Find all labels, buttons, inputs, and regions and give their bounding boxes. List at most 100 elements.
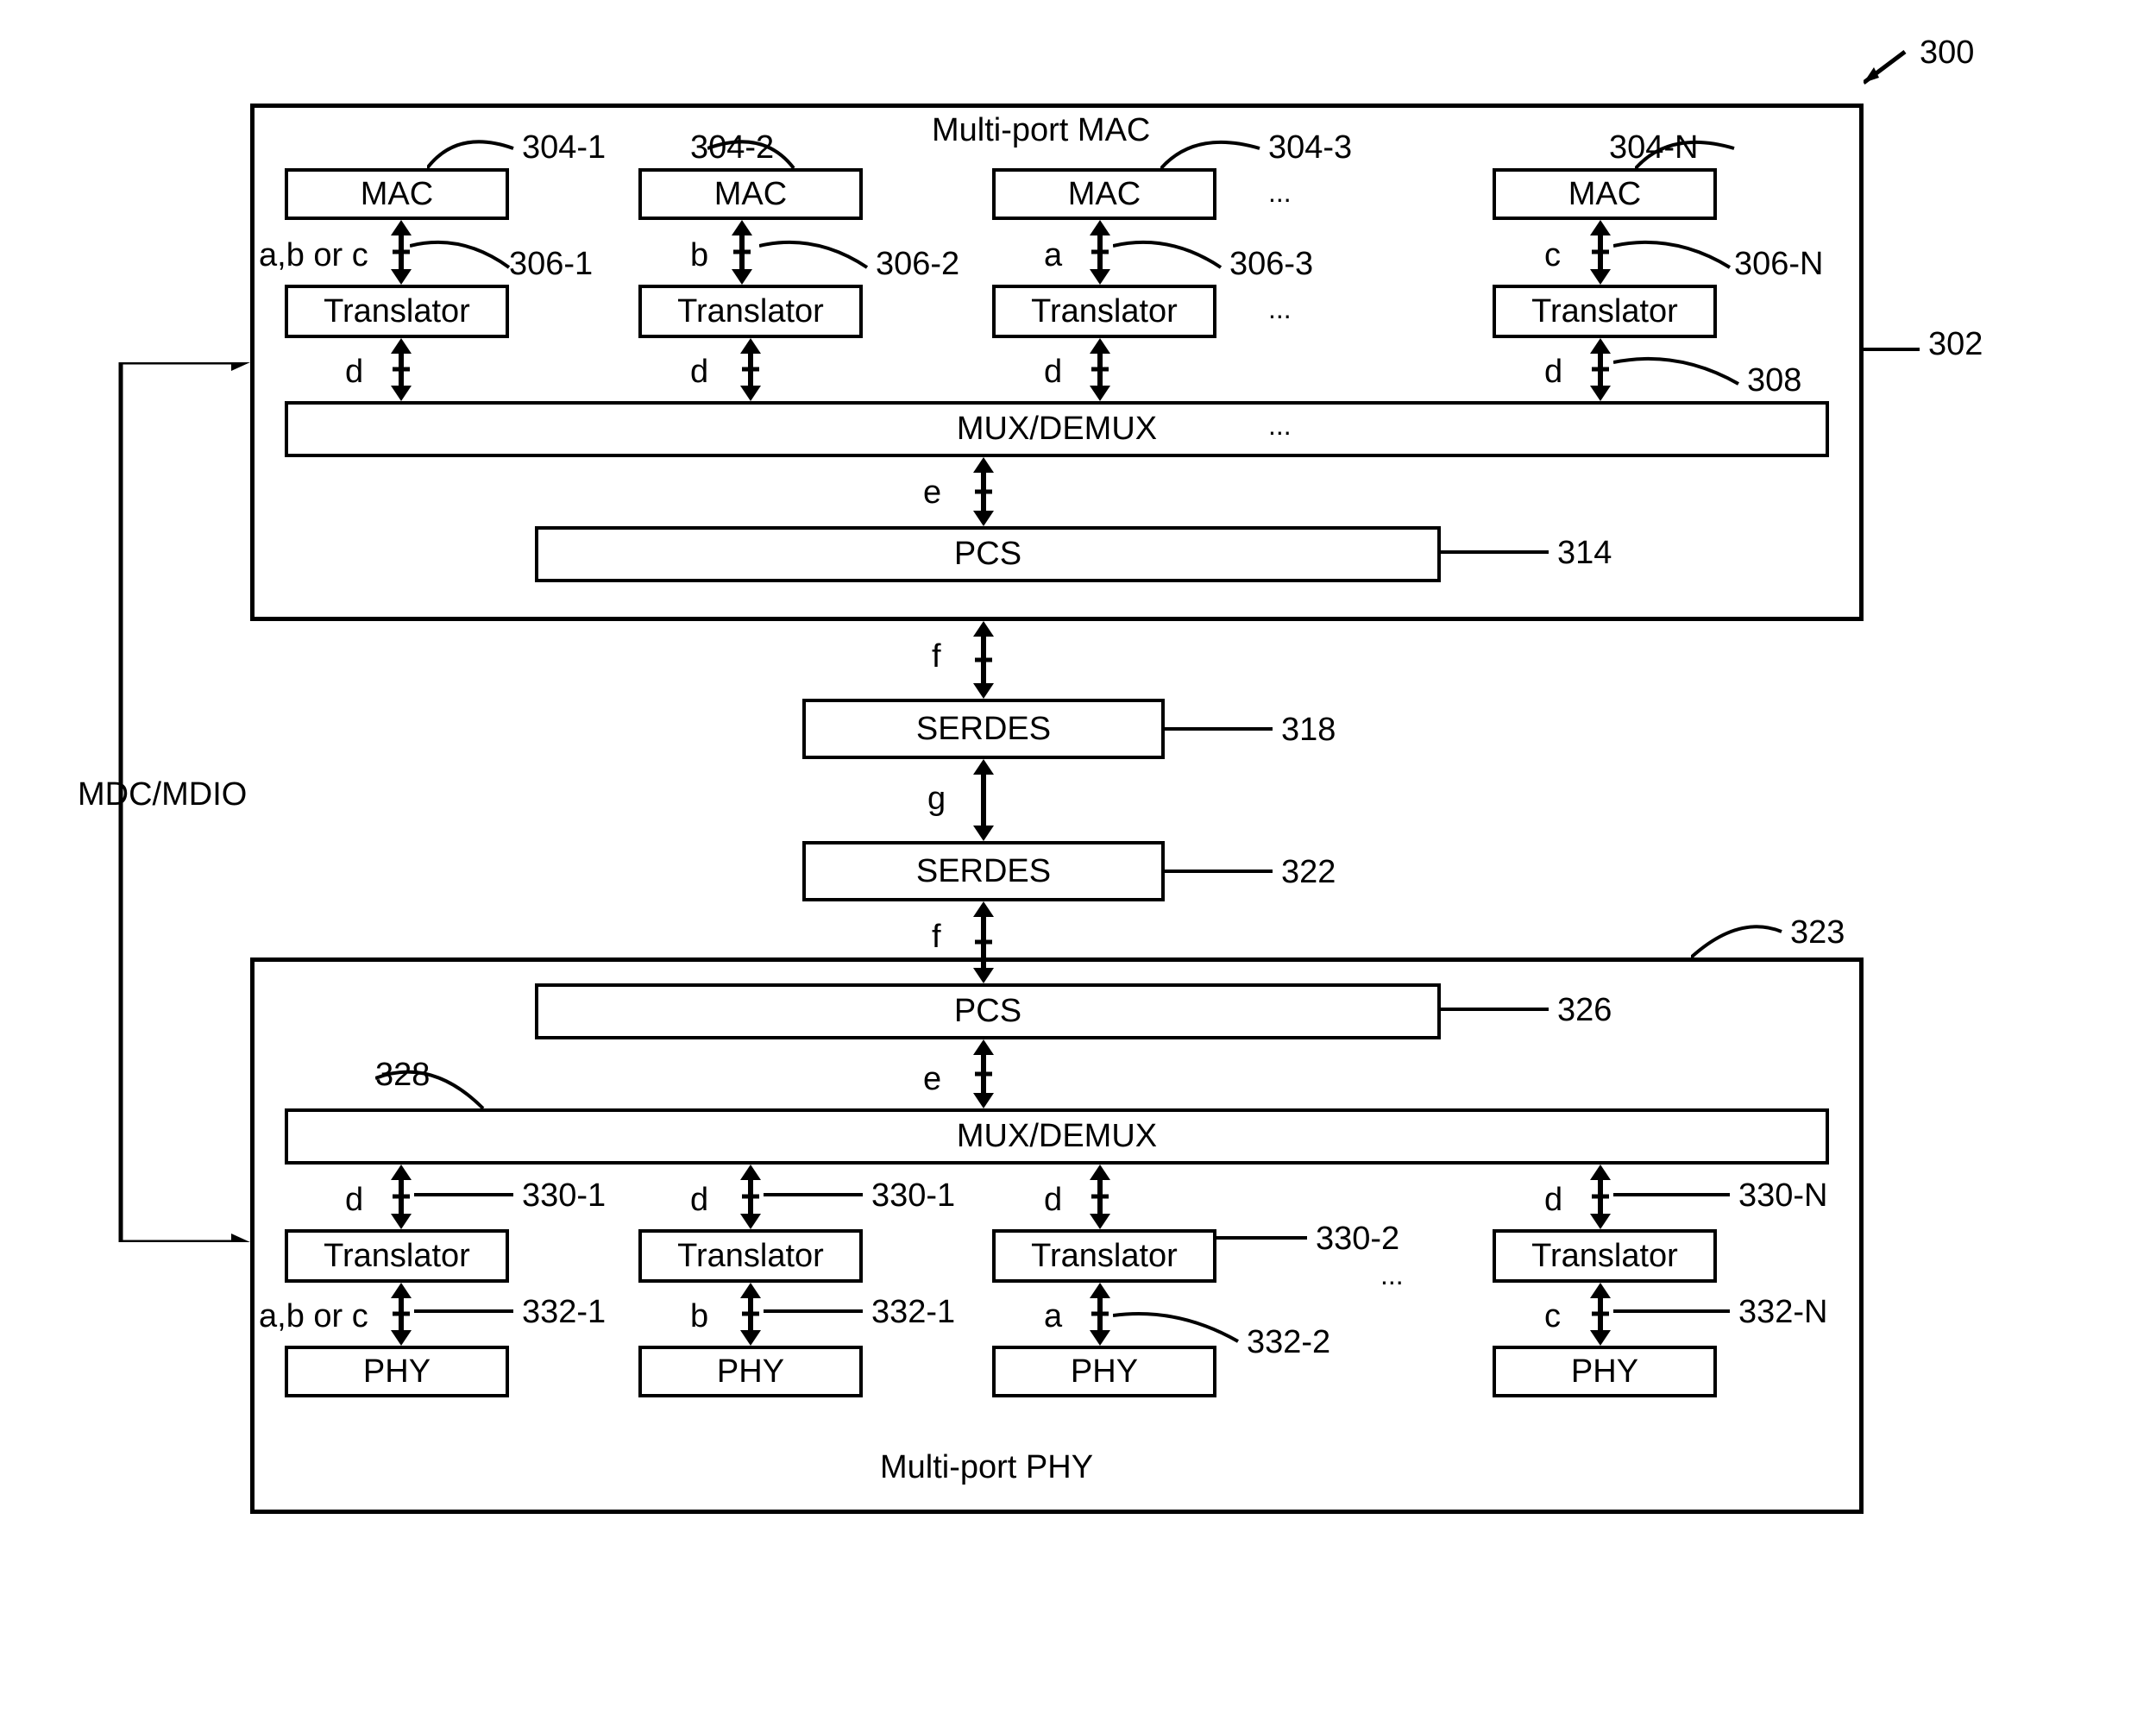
- sig-c-n: c: [1544, 237, 1561, 274]
- translator-box-2-upper: Translator: [638, 285, 863, 338]
- leader-306-2: [759, 237, 871, 285]
- leader-306-1: [410, 237, 513, 285]
- leader-326: [1441, 996, 1553, 1022]
- ref-306-2: 306-2: [876, 246, 959, 283]
- ref-330-n: 330-N: [1738, 1177, 1828, 1215]
- leader-330-n: [1613, 1177, 1734, 1212]
- multiport-phy-title: Multi-port PHY: [880, 1449, 1093, 1486]
- sig-e-lower: e: [923, 1061, 941, 1098]
- mac-box-2: MAC: [638, 168, 863, 220]
- ref-332-2: 332-2: [1247, 1324, 1330, 1361]
- leader-332-2: [1113, 1311, 1242, 1354]
- translator-box-1-upper: Translator: [285, 285, 509, 338]
- sig-abc-l1: a,b or c: [259, 1298, 368, 1335]
- ref-328: 328: [375, 1057, 430, 1094]
- leader-322: [1165, 858, 1277, 884]
- sig-c-ln: c: [1544, 1298, 1561, 1335]
- arrow-trans-mux-3: [1083, 338, 1117, 401]
- arrow-trans-mux-n: [1583, 338, 1618, 401]
- leader-332-n: [1613, 1294, 1734, 1328]
- sig-b-2: b: [690, 237, 708, 274]
- leader-332-1b: [764, 1294, 867, 1328]
- sig-d-l3: d: [1044, 1182, 1062, 1219]
- sig-d-1: d: [345, 354, 363, 391]
- translator-box-2-lower: Translator: [638, 1229, 863, 1283]
- arrow-mac-trans-3: [1083, 220, 1117, 285]
- sig-b-l2: b: [690, 1298, 708, 1335]
- sig-f-lower: f: [932, 919, 941, 956]
- ref-330-1a: 330-1: [522, 1177, 606, 1215]
- pcs-upper: PCS: [535, 526, 1441, 582]
- leader-306-3: [1113, 237, 1225, 285]
- arrow-serdes1-serdes2: [966, 759, 1001, 841]
- ref-332-n: 332-N: [1738, 1294, 1828, 1331]
- leader-304-1: [427, 124, 522, 172]
- mdcmdio-line: [86, 362, 259, 1242]
- arrow-mux-trans-l1: [384, 1165, 418, 1229]
- ref-330-1b: 330-1: [871, 1177, 955, 1215]
- translator-dots-upper: ...: [1268, 293, 1292, 325]
- ref-318: 318: [1281, 712, 1336, 749]
- leader-323: [1691, 910, 1786, 962]
- leader-332-1a: [414, 1294, 518, 1328]
- ref-306-3: 306-3: [1229, 246, 1313, 283]
- ref-306-n: 306-N: [1734, 246, 1824, 283]
- ref-322: 322: [1281, 854, 1336, 891]
- diagram-canvas: 300 Multi-port MAC MAC MAC MAC ... MAC T…: [0, 0, 2156, 1714]
- arrow-trans-phy-l1: [384, 1283, 418, 1346]
- arrow-trans-mux-1: [384, 338, 418, 401]
- mac-dots: ...: [1268, 177, 1292, 209]
- phy-box-2: PHY: [638, 1346, 863, 1397]
- serdes-1: SERDES: [802, 699, 1165, 759]
- sig-d-ln: d: [1544, 1182, 1562, 1219]
- sig-d-2: d: [690, 354, 708, 391]
- ref-304-2: 304-2: [690, 129, 774, 166]
- ref-314: 314: [1557, 535, 1612, 572]
- translator-box-3-upper: Translator: [992, 285, 1216, 338]
- arrow-mac-trans-2: [725, 220, 759, 285]
- ref-304-n: 304-N: [1609, 129, 1699, 166]
- sig-d-n: d: [1544, 354, 1562, 391]
- leader-330-1b: [764, 1177, 867, 1212]
- translator-box-3-lower: Translator: [992, 1229, 1216, 1283]
- ref-330-2: 330-2: [1316, 1221, 1399, 1258]
- serdes-2: SERDES: [802, 841, 1165, 901]
- sig-d-l1: d: [345, 1182, 363, 1219]
- arrow-mux-pcs-upper: [966, 457, 1001, 526]
- sig-d-l2: d: [690, 1182, 708, 1219]
- sig-a-3: a: [1044, 237, 1062, 274]
- ref-332-1a: 332-1: [522, 1294, 606, 1331]
- arrow-trans-mux-2: [733, 338, 768, 401]
- sig-e-upper: e: [923, 474, 941, 512]
- translator-box-n-upper: Translator: [1493, 285, 1717, 338]
- multiport-mac-title: Multi-port MAC: [932, 112, 1150, 149]
- sig-f-upper: f: [932, 638, 941, 675]
- phy-box-n: PHY: [1493, 1346, 1717, 1397]
- translator-box-1-lower: Translator: [285, 1229, 509, 1283]
- mux-dots-upper: ...: [1268, 410, 1292, 442]
- leader-306-n: [1613, 237, 1734, 285]
- leader-302: [1864, 336, 1924, 362]
- ref-306-1: 306-1: [509, 246, 593, 283]
- sig-g: g: [927, 781, 946, 818]
- leader-304-3: [1160, 129, 1264, 173]
- leader-308: [1613, 354, 1743, 401]
- translator-dots-lower: ...: [1380, 1259, 1404, 1291]
- ref-304-3: 304-3: [1268, 129, 1352, 166]
- arrow-mac-trans-n: [1583, 220, 1618, 285]
- arrow-pcs-mux-lower: [966, 1039, 1001, 1108]
- mux-demux-lower: MUX/DEMUX: [285, 1108, 1829, 1165]
- arrow-mux-trans-ln: [1583, 1165, 1618, 1229]
- mac-box-1: MAC: [285, 168, 509, 220]
- ref-323: 323: [1790, 914, 1845, 951]
- ref-326: 326: [1557, 992, 1612, 1029]
- arrow-mux-trans-l2: [733, 1165, 768, 1229]
- arrow-pcs-serdes1: [966, 621, 1001, 699]
- mac-box-3: MAC: [992, 168, 1216, 220]
- arrow-trans-phy-l2: [733, 1283, 768, 1346]
- arrow-mux-trans-l3: [1083, 1165, 1117, 1229]
- translator-box-n-lower: Translator: [1493, 1229, 1717, 1283]
- ref-308: 308: [1747, 362, 1801, 399]
- pcs-lower: PCS: [535, 983, 1441, 1039]
- ref-302: 302: [1928, 326, 1983, 363]
